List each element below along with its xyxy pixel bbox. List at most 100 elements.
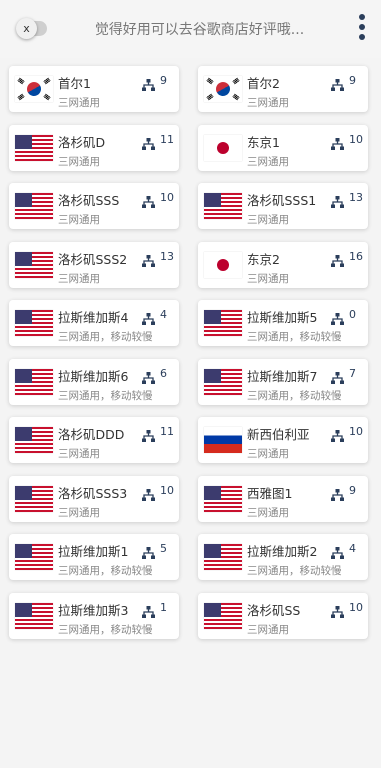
node-count: 5 <box>160 542 167 555</box>
server-card[interactable]: 拉斯维加斯6 三网通用，移动较慢 6 <box>9 358 179 405</box>
server-description: 三网通用 <box>247 448 289 460</box>
network-icon <box>142 193 155 208</box>
server-description: 三网通用，移动较慢 <box>247 565 342 577</box>
korea-flag-icon <box>204 76 242 102</box>
us-flag-icon <box>15 193 53 219</box>
server-card[interactable]: 拉斯维加斯4 三网通用，移动较慢 4 <box>9 300 179 346</box>
network-icon <box>142 252 155 267</box>
close-icon[interactable]: x <box>16 18 37 39</box>
server-card[interactable]: 西雅图1 三网通用 9 <box>198 475 368 522</box>
server-description: 三网通用 <box>58 214 100 226</box>
server-card[interactable]: 拉斯维加斯5 三网通用，移动较慢 0 <box>198 300 368 346</box>
russia-flag-icon <box>204 427 242 453</box>
server-grid: 首尔1 三网通用 9 首尔2 三网通用 9 洛杉矶D 三网通用 11 东京1 三网通用 10 洛杉矶SS… <box>9 66 373 639</box>
server-description: 三网通用，移动较慢 <box>58 623 153 636</box>
server-description: 三网通用，移动较慢 <box>58 565 153 577</box>
node-count: 13 <box>160 249 174 263</box>
server-name: 拉斯维加斯3 <box>58 602 129 618</box>
server-card[interactable]: 东京1 三网通用 10 <box>198 124 368 171</box>
server-name: 拉斯维加斯7 <box>247 368 318 384</box>
us-flag-icon <box>15 251 53 278</box>
server-card[interactable]: 洛杉矶SSS3 三网通用 10 <box>9 475 179 522</box>
server-description: 三网通用 <box>247 97 289 109</box>
node-count: 10 <box>160 483 174 497</box>
us-flag-icon <box>15 134 53 161</box>
network-icon <box>331 193 344 208</box>
server-description: 三网通用 <box>247 272 289 285</box>
server-card[interactable]: 首尔2 三网通用 9 <box>198 66 368 112</box>
node-count: 11 <box>160 132 174 146</box>
server-card[interactable]: 洛杉矶SSS 三网通用 10 <box>9 183 179 229</box>
node-count: 10 <box>349 600 363 614</box>
node-count: 0 <box>349 308 356 321</box>
server-name: 洛杉矶D <box>58 134 106 150</box>
server-description: 三网通用 <box>247 155 289 168</box>
server-name: 洛杉矶SSS1 <box>247 193 317 208</box>
server-description: 三网通用 <box>247 214 289 226</box>
toggle-switch[interactable]: x <box>16 18 47 39</box>
network-icon <box>331 135 344 150</box>
server-name: 洛杉矶SSS <box>58 193 120 208</box>
server-name: 首尔1 <box>58 76 91 91</box>
server-card[interactable]: 东京2 三网通用 16 <box>198 241 368 288</box>
us-flag-icon <box>15 544 53 570</box>
server-name: 洛杉矶SS <box>247 602 301 618</box>
network-icon <box>331 544 344 559</box>
us-flag-icon <box>204 368 242 395</box>
server-description: 三网通用 <box>247 623 289 636</box>
server-description: 三网通用 <box>58 506 100 519</box>
node-count: 16 <box>349 249 363 263</box>
server-card[interactable]: 新西伯利亚三网通用 10 <box>198 417 368 463</box>
server-name: 首尔2 <box>247 76 280 91</box>
us-flag-icon <box>15 427 53 453</box>
network-icon <box>331 427 344 442</box>
us-flag-icon <box>15 602 53 629</box>
server-name: 东京2 <box>247 251 280 267</box>
node-count: 13 <box>349 191 363 204</box>
node-count: 1 <box>160 600 167 614</box>
us-flag-icon <box>15 368 53 395</box>
server-name: 拉斯维加斯2 <box>247 544 318 559</box>
us-flag-icon <box>15 310 53 336</box>
server-description: 三网通用，移动较慢 <box>58 389 153 402</box>
us-flag-icon <box>204 602 242 629</box>
server-description: 三网通用，移动较慢 <box>58 331 153 343</box>
server-name: 拉斯维加斯5 <box>247 310 318 325</box>
server-card[interactable]: 洛杉矶SSS1 三网通用 13 <box>198 183 368 229</box>
network-icon <box>142 603 155 618</box>
us-flag-icon <box>15 485 53 512</box>
network-icon <box>142 76 155 91</box>
node-count: 9 <box>349 74 356 87</box>
server-name: 东京1 <box>247 134 280 150</box>
network-icon <box>142 310 155 325</box>
server-card[interactable]: 洛杉矶DDD 三网通用 11 <box>9 417 179 463</box>
more-vertical-icon[interactable] <box>357 14 367 46</box>
server-description: 三网通用 <box>58 448 100 460</box>
node-count: 9 <box>160 74 167 87</box>
network-icon <box>142 486 155 501</box>
japan-flag-icon <box>204 134 242 161</box>
network-icon <box>142 135 155 150</box>
node-count: 10 <box>349 425 363 438</box>
server-card[interactable]: 拉斯维加斯3 三网通用，移动较慢 1 <box>9 592 179 639</box>
server-description: 三网通用 <box>58 97 100 109</box>
header-title: 觉得好用可以去谷歌商店好评哦... <box>94 22 305 38</box>
server-card[interactable]: 拉斯维加斯1 三网通用，移动较慢 5 <box>9 534 179 580</box>
server-card[interactable]: 洛杉矶D 三网通用 11 <box>9 124 179 171</box>
us-flag-icon <box>204 193 242 219</box>
network-icon <box>142 544 155 559</box>
server-card[interactable]: 首尔1 三网通用 9 <box>9 66 179 112</box>
us-flag-icon <box>204 485 242 512</box>
us-flag-icon <box>204 544 242 570</box>
server-card[interactable]: 拉斯维加斯2 三网通用，移动较慢 4 <box>198 534 368 580</box>
network-icon <box>331 369 344 384</box>
server-card[interactable]: 洛杉矶SSS2 三网通用 13 <box>9 241 179 288</box>
network-icon <box>331 603 344 618</box>
server-name: 新西伯利亚 <box>247 427 310 442</box>
server-description: 三网通用，移动较慢 <box>247 389 342 402</box>
server-description: 三网通用，移动较慢 <box>247 331 342 343</box>
server-card[interactable]: 拉斯维加斯7 三网通用，移动较慢 7 <box>198 358 368 405</box>
japan-flag-icon <box>204 251 242 278</box>
us-flag-icon <box>204 310 242 336</box>
server-card[interactable]: 洛杉矶SS 三网通用 10 <box>198 592 368 639</box>
